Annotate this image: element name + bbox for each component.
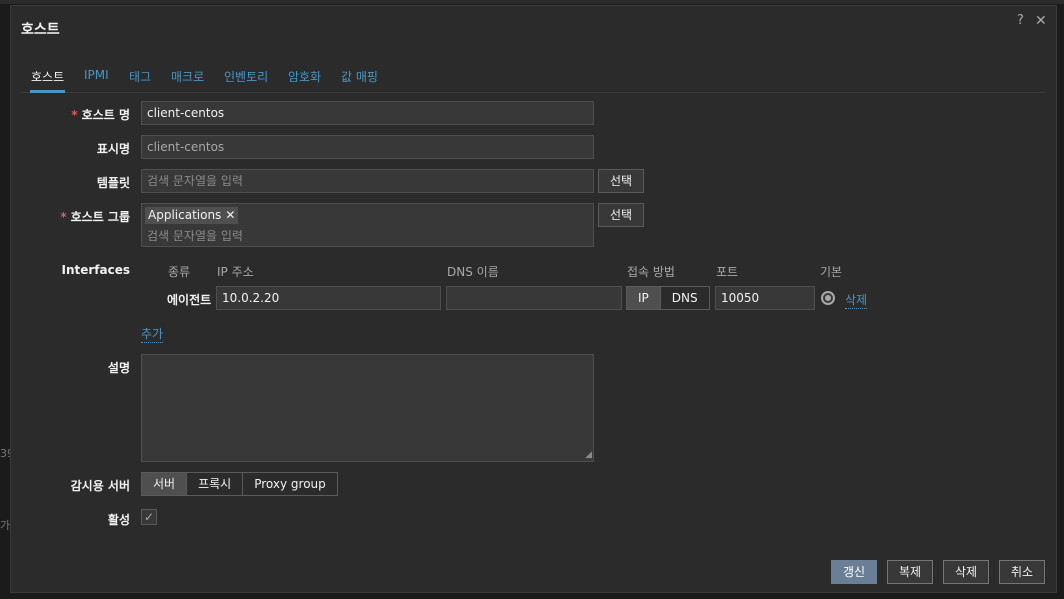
- description-label: 설명: [107, 361, 130, 375]
- update-button[interactable]: 갱신: [831, 560, 877, 584]
- interfaces-header-default: 기본: [820, 265, 843, 279]
- templates-label: 템플릿: [96, 176, 130, 190]
- host-group-chip: Applications ✕: [145, 207, 239, 224]
- connect-ip-option[interactable]: IP: [627, 287, 661, 309]
- resize-handle-icon[interactable]: ◢: [585, 451, 592, 460]
- checkmark-icon: ✓: [143, 510, 155, 524]
- host-groups-placeholder: 검색 문자열을 입력: [147, 229, 243, 243]
- host-groups-select-button[interactable]: 선택: [598, 203, 644, 227]
- interfaces-header-ip: IP 주소: [217, 265, 254, 279]
- remove-chip-icon[interactable]: ✕: [225, 208, 235, 222]
- tab-macros[interactable]: 매크로: [171, 68, 204, 93]
- host-dialog: 호스트 ? ✕ 호스트 IPMI 태그 매크로 인벤토리 암호화 값 매핑 * 호…: [10, 5, 1057, 593]
- monitored-by-proxy-group-option[interactable]: Proxy group: [243, 473, 337, 495]
- help-icon[interactable]: ?: [1017, 13, 1024, 28]
- tab-tags[interactable]: 태그: [129, 68, 151, 93]
- hostname-input[interactable]: client-centos: [141, 101, 594, 125]
- interface-ip-input[interactable]: 10.0.2.20: [216, 286, 441, 310]
- close-icon[interactable]: ✕: [1035, 13, 1047, 29]
- required-mark: *: [71, 108, 78, 122]
- interfaces-header-dns: DNS 이름: [447, 265, 499, 279]
- connect-dns-option[interactable]: DNS: [661, 287, 709, 309]
- interface-remove-link[interactable]: 삭제: [845, 291, 868, 309]
- delete-button[interactable]: 삭제: [943, 560, 989, 584]
- interface-type: 에이전트: [167, 293, 212, 307]
- templates-placeholder: 검색 문자열을 입력: [147, 174, 243, 188]
- tab-value-mapping[interactable]: 값 매핑: [341, 68, 378, 93]
- interfaces-header-type: 종류: [168, 265, 191, 279]
- enabled-checkbox[interactable]: ✓: [141, 509, 157, 525]
- interfaces-label: Interfaces: [61, 263, 130, 277]
- background-text-fragment: 가: [0, 519, 11, 532]
- tab-host[interactable]: 호스트: [30, 68, 66, 93]
- tab-inventory[interactable]: 인벤토리: [224, 68, 268, 93]
- required-mark: *: [60, 210, 67, 224]
- templates-search-input[interactable]: 검색 문자열을 입력: [141, 169, 594, 193]
- monitored-by-label: 감시용 서버: [70, 479, 130, 493]
- clone-button[interactable]: 복제: [887, 560, 933, 584]
- monitored-by-proxy-option[interactable]: 프록시: [187, 473, 244, 495]
- tab-encryption[interactable]: 암호화: [288, 68, 321, 93]
- monitored-by-server-option[interactable]: 서버: [142, 473, 188, 495]
- interfaces-header-connect: 접속 방법: [627, 265, 675, 279]
- cancel-button[interactable]: 취소: [999, 560, 1045, 584]
- interfaces-header-port: 포트: [716, 265, 739, 279]
- description-textarea[interactable]: ◢: [141, 354, 594, 462]
- tab-bar: 호스트 IPMI 태그 매크로 인벤토리 암호화 값 매핑: [21, 66, 1045, 93]
- interface-dns-input[interactable]: [446, 286, 622, 310]
- templates-select-button[interactable]: 선택: [598, 169, 644, 193]
- visible-name-input[interactable]: client-centos: [141, 135, 594, 159]
- monitored-by-toggle: 서버 프록시 Proxy group: [141, 472, 338, 496]
- host-groups-multiselect[interactable]: Applications ✕ 검색 문자열을 입력: [141, 203, 594, 247]
- host-group-chip-label: Applications: [148, 208, 222, 222]
- background-page: [0, 0, 1064, 4]
- visible-name-label: 표시명: [96, 142, 130, 156]
- hostname-label: * 호스트 명: [71, 108, 130, 122]
- interface-port-input[interactable]: 10050: [715, 286, 815, 310]
- tab-ipmi[interactable]: IPMI: [84, 68, 109, 93]
- enabled-label: 활성: [107, 513, 130, 527]
- dialog-title: 호스트: [21, 22, 60, 38]
- interface-default-radio[interactable]: [821, 291, 835, 305]
- add-interface-link[interactable]: 추가: [141, 325, 164, 343]
- interface-connect-toggle: IP DNS: [626, 286, 710, 310]
- host-groups-label: * 호스트 그룹: [60, 210, 130, 224]
